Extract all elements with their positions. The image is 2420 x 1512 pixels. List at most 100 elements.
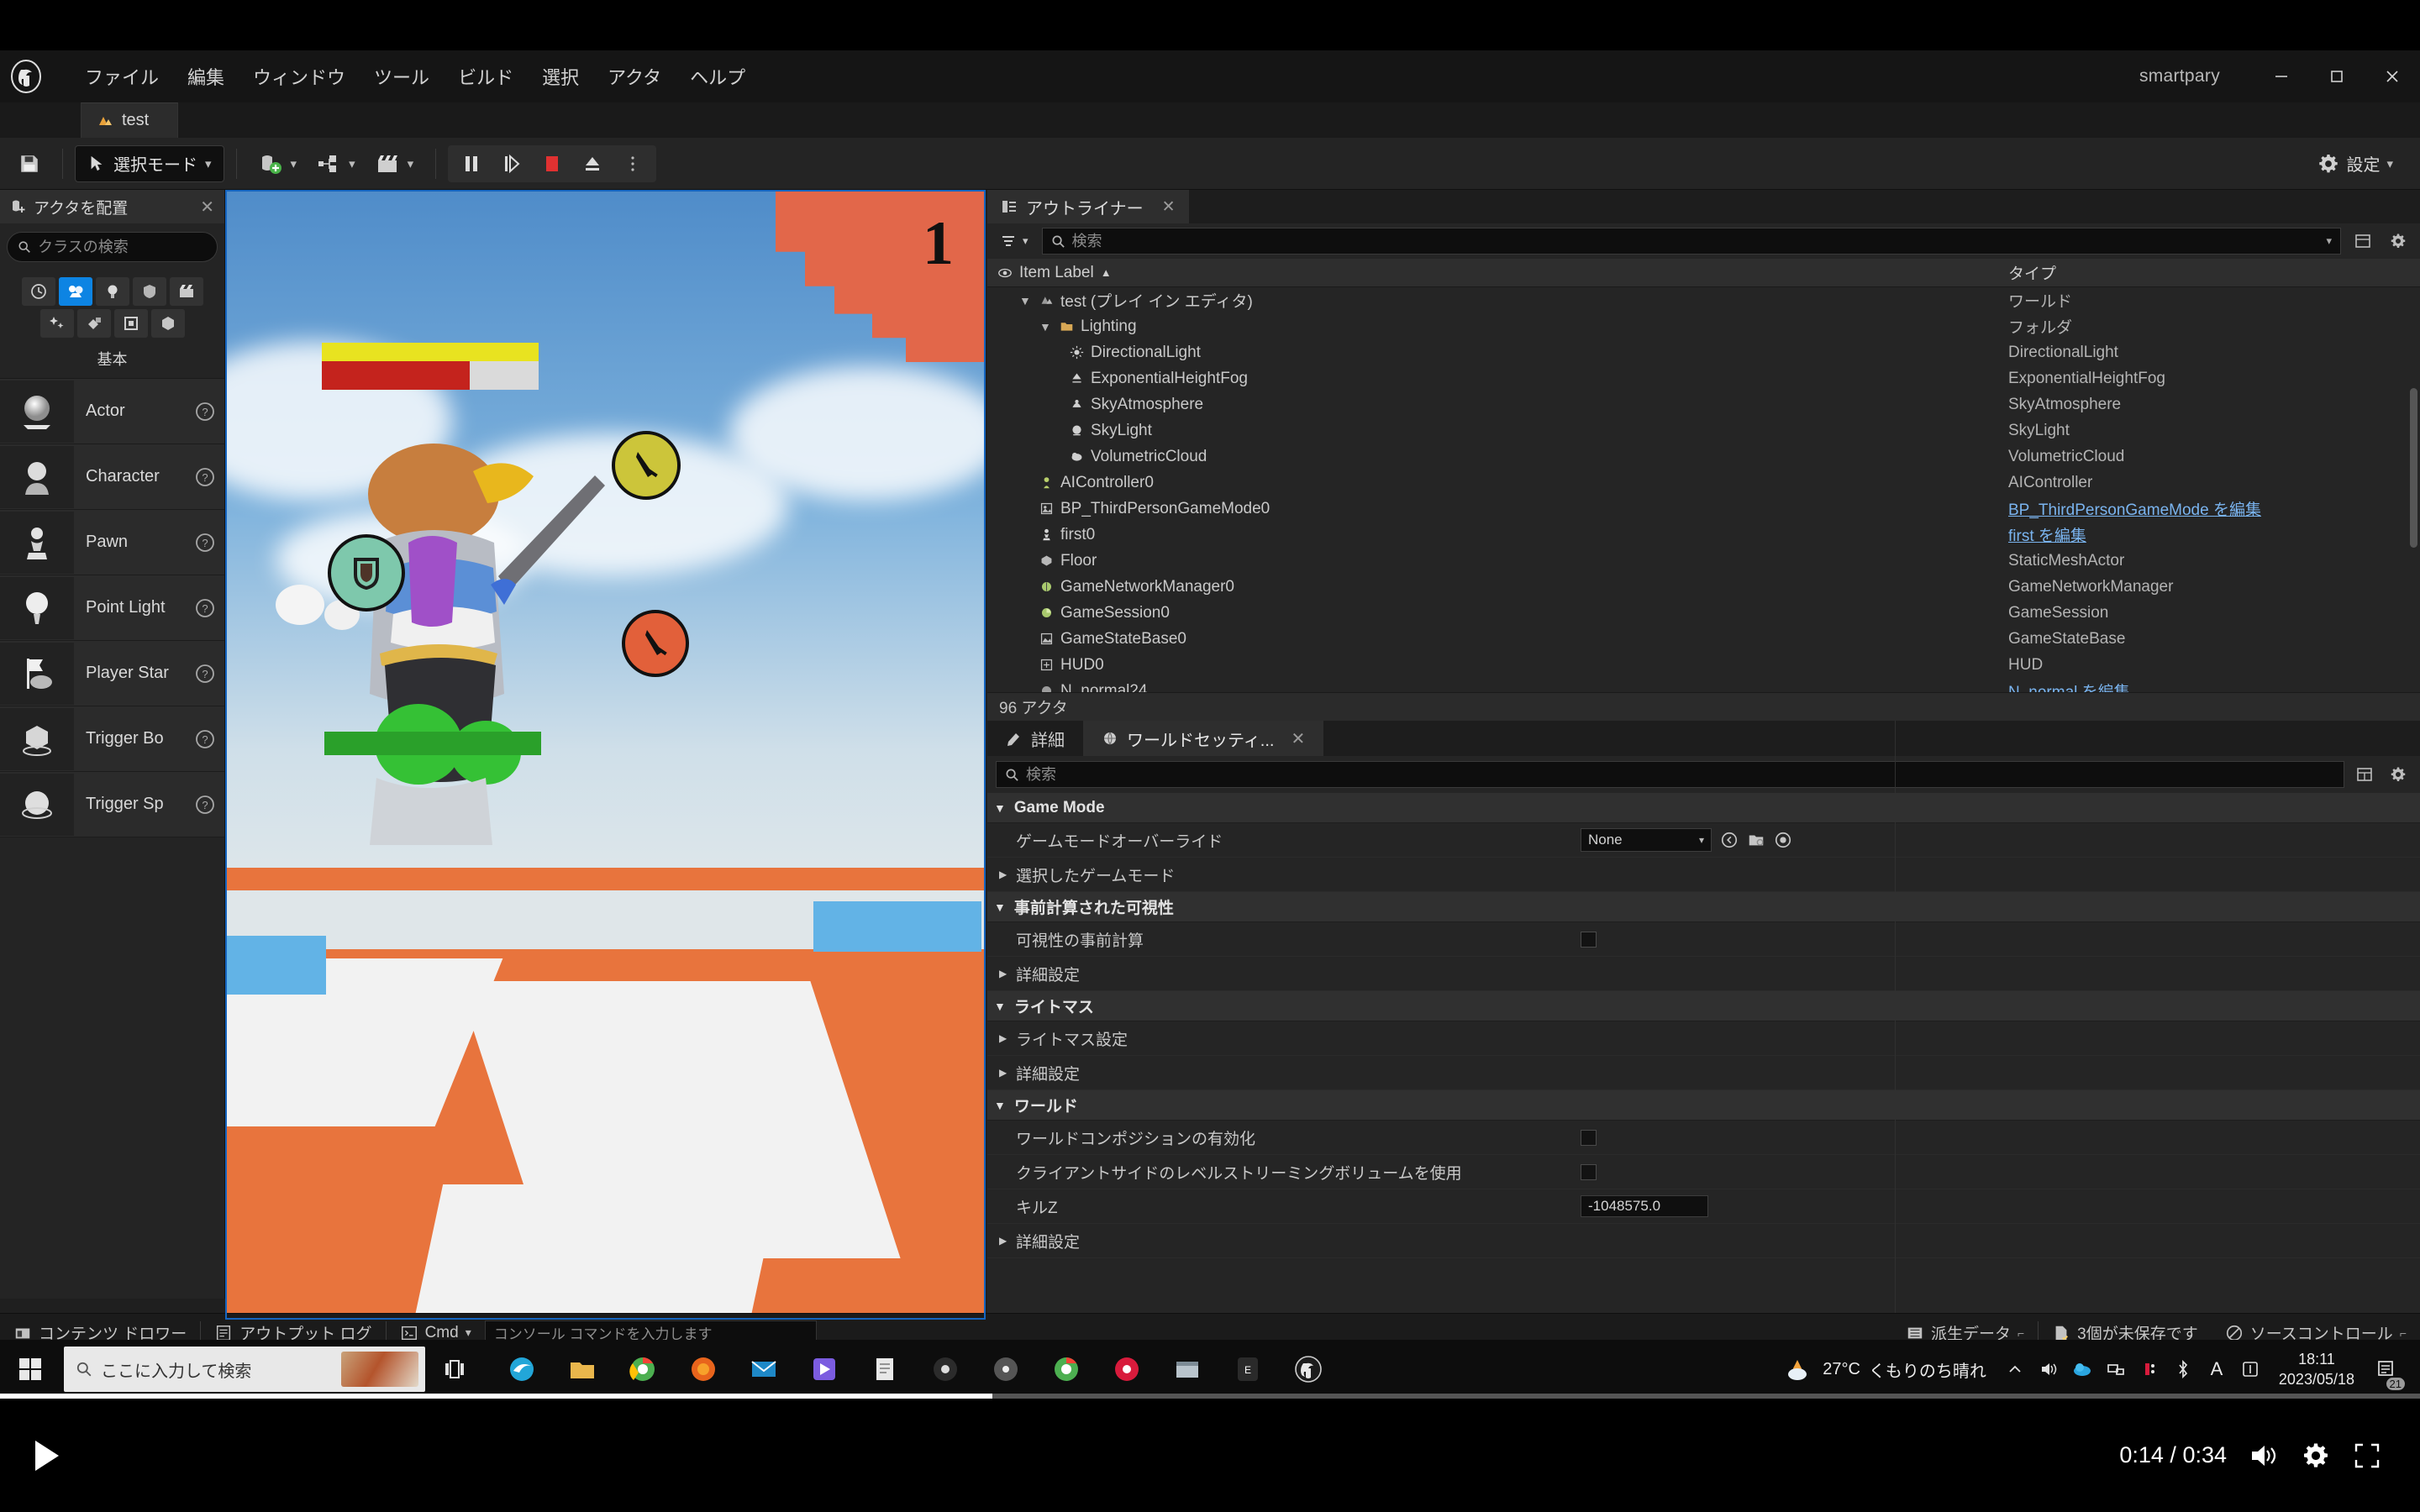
taskbar-search-box[interactable]: ここに入力して検索 (64, 1347, 425, 1392)
property-row-gamemode-override[interactable]: ゲームモードオーバーライド None ▾ (987, 823, 2420, 858)
category-cinematic[interactable] (169, 277, 203, 306)
property-row-enable-world-composition[interactable]: ワールドコンポジションの有効化 (987, 1121, 2420, 1155)
hud-ability-sword-yellow[interactable] (612, 431, 681, 500)
property-row-kill-z[interactable]: キルZ -1048575.0 (987, 1189, 2420, 1224)
place-item-point-light[interactable]: Point Light ? (0, 575, 224, 641)
chevron-down-icon-search[interactable]: ▾ (2326, 234, 2332, 248)
details-view-options-button[interactable] (2351, 761, 2378, 788)
menu-item-help[interactable]: ヘルプ (676, 58, 760, 95)
twisty-icon[interactable]: ▶ (999, 1032, 1009, 1044)
table-row[interactable]: ExponentialHeightFog ExponentialHeightFo… (987, 365, 2420, 391)
twisty-icon[interactable]: ▼ (1039, 320, 1053, 333)
outliner-search-input[interactable] (1071, 232, 2320, 250)
outliner-settings-button[interactable] (2385, 228, 2412, 255)
taskbar-app-disc[interactable] (976, 1340, 1035, 1399)
twisty-icon[interactable]: ▼ (994, 1099, 1006, 1112)
taskbar-app-epic[interactable]: E (1218, 1340, 1277, 1399)
table-row[interactable]: first0 first を編集 (987, 522, 2420, 548)
table-row[interactable]: Floor StaticMeshActor (987, 548, 2420, 574)
ime-mode-button[interactable] (2233, 1340, 2267, 1399)
tab-world-settings[interactable]: ワールドセッティ... ✕ (1083, 721, 1324, 756)
play-options-button[interactable] (613, 145, 653, 182)
property-row-precompute-visibility[interactable]: 可視性の事前計算 (987, 922, 2420, 957)
table-row[interactable]: GameStateBase0 GameStateBase (987, 626, 2420, 652)
row-type-cell[interactable]: first を編集 (2000, 523, 2420, 546)
stop-button[interactable] (532, 145, 572, 182)
property-row-advanced-2[interactable]: ▶ 詳細設定 (987, 1056, 2420, 1090)
twisty-icon[interactable]: ▼ (994, 801, 1006, 815)
place-item-trigger-sphere[interactable]: Trigger Sp ? (0, 772, 224, 837)
taskbar-app-mail[interactable] (734, 1340, 793, 1399)
taskbar-app-unreal[interactable] (1279, 1340, 1338, 1399)
place-actors-tab[interactable]: アクタを配置 ✕ (0, 190, 224, 223)
taskbar-app-recorder[interactable] (1097, 1340, 1156, 1399)
taskbar-app-chrome[interactable] (613, 1340, 672, 1399)
browse-asset-icon[interactable] (1720, 831, 1739, 849)
close-icon[interactable]: ✕ (1291, 728, 1305, 749)
property-row-advanced-3[interactable]: ▶ 詳細設定 (987, 1224, 2420, 1258)
help-icon[interactable]: ? (186, 532, 224, 554)
table-row[interactable]: SkyAtmosphere SkyAtmosphere (987, 391, 2420, 417)
property-row-selected-gamemode[interactable]: ▶ 選択したゲームモード (987, 858, 2420, 892)
twisty-icon[interactable]: ▶ (999, 1067, 1009, 1079)
row-type-cell[interactable]: BP_ThirdPersonGameMode を編集 (2000, 497, 2420, 520)
table-row[interactable]: GameSession0 GameSession (987, 600, 2420, 626)
start-button[interactable] (0, 1340, 60, 1399)
app-tray-icon-button[interactable] (2133, 1340, 2166, 1399)
group-header-game-mode[interactable]: ▼ Game Mode (987, 793, 2420, 823)
details-search-input[interactable] (1026, 765, 2335, 784)
place-item-player-start[interactable]: Player Star ? (0, 641, 224, 706)
help-icon[interactable]: ? (186, 401, 224, 423)
table-row[interactable]: DirectionalLight DirectionalLight (987, 339, 2420, 365)
pause-button[interactable] (451, 145, 492, 182)
table-row[interactable]: AIController0 AIController (987, 470, 2420, 496)
help-icon[interactable]: ? (186, 597, 224, 619)
settings-button[interactable]: 設定 ▾ (2307, 146, 2403, 181)
cinematics-button[interactable]: ▾ (366, 145, 424, 182)
video-settings-button[interactable] (2301, 1441, 2331, 1470)
class-search-input[interactable] (38, 238, 207, 256)
table-row[interactable]: GameNetworkManager0 GameNetworkManager (987, 574, 2420, 600)
category-volumes[interactable] (113, 309, 148, 338)
group-header-lightmass[interactable]: ▼ ライトマス (987, 991, 2420, 1021)
category-recent[interactable] (21, 277, 55, 306)
twisty-icon[interactable]: ▶ (999, 1235, 1009, 1247)
notification-center-button[interactable]: 21 (2366, 1340, 2407, 1399)
tab-details[interactable]: 詳細 (987, 721, 1083, 756)
hud-ability-shield-green[interactable] (328, 534, 405, 612)
place-item-pawn[interactable]: Pawn ? (0, 510, 224, 575)
taskbar-app-notes[interactable] (855, 1340, 914, 1399)
category-all-classes[interactable] (150, 309, 185, 338)
help-icon[interactable]: ? (186, 794, 224, 816)
level-tab-test[interactable]: test (81, 102, 179, 138)
category-vfx[interactable] (39, 309, 74, 338)
mode-selector[interactable]: 選択モード ▾ (75, 144, 224, 182)
outliner-rows[interactable]: ▼ test (プレイ イン エディタ) ワールド ▼ Lighting フォル… (987, 287, 2420, 707)
table-row[interactable]: VolumetricCloud VolumetricCloud (987, 444, 2420, 470)
property-row-client-side-streaming[interactable]: クライアントサイドのレベルストリーミングボリュームを使用 (987, 1155, 2420, 1189)
hud-ability-sword-red[interactable] (622, 610, 689, 677)
minimize-button[interactable] (2254, 50, 2309, 102)
category-lights[interactable] (95, 277, 129, 306)
table-row[interactable]: BP_ThirdPersonGameMode0 BP_ThirdPersonGa… (987, 496, 2420, 522)
twisty-icon[interactable]: ▶ (999, 869, 1009, 880)
outliner-tab[interactable]: アウトライナー ✕ (987, 190, 1189, 223)
taskbar-app-store[interactable] (795, 1340, 854, 1399)
bluetooth-icon-button[interactable] (2166, 1340, 2200, 1399)
table-row[interactable]: HUD0 HUD (987, 652, 2420, 678)
table-row[interactable]: SkyLight SkyLight (987, 417, 2420, 444)
filter-button[interactable]: ▾ (996, 233, 1034, 249)
group-header-precomputed-visibility[interactable]: ▼ 事前計算された可視性 (987, 892, 2420, 922)
open-folder-icon[interactable] (1747, 831, 1765, 849)
close-button[interactable] (2365, 50, 2420, 102)
level-viewport[interactable]: 1 (225, 190, 986, 1320)
menu-item-select[interactable]: 選択 (528, 58, 593, 95)
category-geometry[interactable] (76, 309, 111, 338)
taskbar-clock[interactable]: 18:11 2023/05/18 (2267, 1349, 2366, 1390)
kill-z-input[interactable]: -1048575.0 (1581, 1195, 1708, 1217)
menu-item-window[interactable]: ウィンドウ (239, 58, 360, 95)
frame-advance-button[interactable] (492, 145, 532, 182)
category-basic[interactable] (58, 277, 92, 306)
twisty-icon[interactable]: ▼ (1019, 294, 1033, 307)
taskbar-app-folder[interactable] (553, 1340, 612, 1399)
